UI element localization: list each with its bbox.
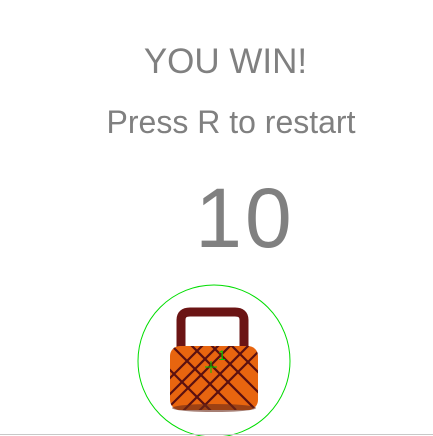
player-basket: 1	[137, 284, 291, 436]
basket-icon	[170, 346, 258, 412]
debug-id-label: 1	[218, 347, 226, 363]
ground-line	[0, 434, 433, 435]
